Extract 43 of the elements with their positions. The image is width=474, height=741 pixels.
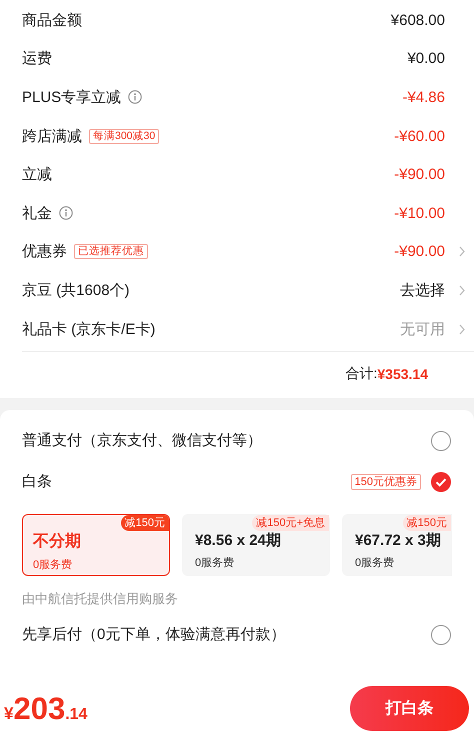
plan-fee: 0服务费 — [33, 558, 74, 572]
payment-option[interactable]: 普通支付（京东支付、微信支付等） — [22, 431, 262, 450]
fee-label: 立减 — [22, 165, 52, 184]
plan-fee: 0服务费 — [355, 556, 396, 570]
fee-label: 礼金 — [22, 204, 52, 223]
fee-label: PLUS专享立减 — [22, 88, 122, 107]
coupon-tag: 150元优惠券 — [350, 474, 421, 490]
discount-badge: 减150元 — [120, 515, 169, 531]
fee-value: -¥4.86 — [402, 88, 445, 106]
plan-title: 不分期 — [33, 532, 82, 552]
plan-title: ¥8.56 x 24期 — [195, 531, 282, 550]
discount-badge: 减150元 — [402, 515, 451, 531]
fee-label: 优惠券 — [22, 242, 67, 262]
pay-amount: ¥203.14 — [4, 690, 88, 726]
fee-value: -¥60.00 — [394, 128, 445, 145]
fee-value: -¥90.00 — [394, 166, 445, 184]
fee-label: 礼品卡 (京东卡/E卡) — [22, 320, 156, 339]
promo-tag: 每满300减30 — [89, 128, 160, 144]
plan-card[interactable]: 减150元+免息 ¥8.56 x 24期 0服务费 — [182, 514, 330, 576]
pay-button[interactable]: 打白条 — [350, 686, 469, 731]
fee-label: 运费 — [22, 49, 52, 68]
discount-badge: 减150元+免息 — [252, 515, 329, 531]
plan-card[interactable]: 减150元 不分期 0服务费 — [22, 514, 170, 576]
plan-card[interactable]: 减150元 ¥67.72 x 3期 0服务费 — [342, 514, 452, 576]
fee-value[interactable]: 去选择 — [400, 280, 445, 300]
radio-icon[interactable] — [431, 624, 451, 644]
payment-option[interactable]: 先享后付（0元下单，体验满意再付款） — [22, 625, 286, 644]
payment-option[interactable]: 白条 — [22, 472, 52, 491]
fee-label: 跨店满减 — [22, 126, 82, 146]
fee-value[interactable]: -¥90.00 — [394, 243, 445, 260]
provider-note: 由中航信托提供信用购服务 — [22, 590, 179, 608]
fee-value: ¥608.00 — [390, 12, 445, 29]
plan-title: ¥67.72 x 3期 — [355, 531, 442, 550]
fee-value: ¥0.00 — [407, 50, 445, 68]
total-label: 合计: — [346, 365, 378, 384]
plan-fee: 0服务费 — [195, 556, 236, 570]
promo-tag: 已选推荐优惠 — [74, 244, 148, 260]
radio-icon[interactable] — [431, 430, 451, 450]
fee-value: -¥10.00 — [394, 204, 445, 222]
total-value: ¥353.14 — [377, 366, 428, 382]
fee-label: 京豆 (共1608个) — [22, 280, 130, 300]
radio-checked-icon[interactable] — [431, 472, 451, 492]
fee-label: 商品金额 — [22, 10, 82, 30]
